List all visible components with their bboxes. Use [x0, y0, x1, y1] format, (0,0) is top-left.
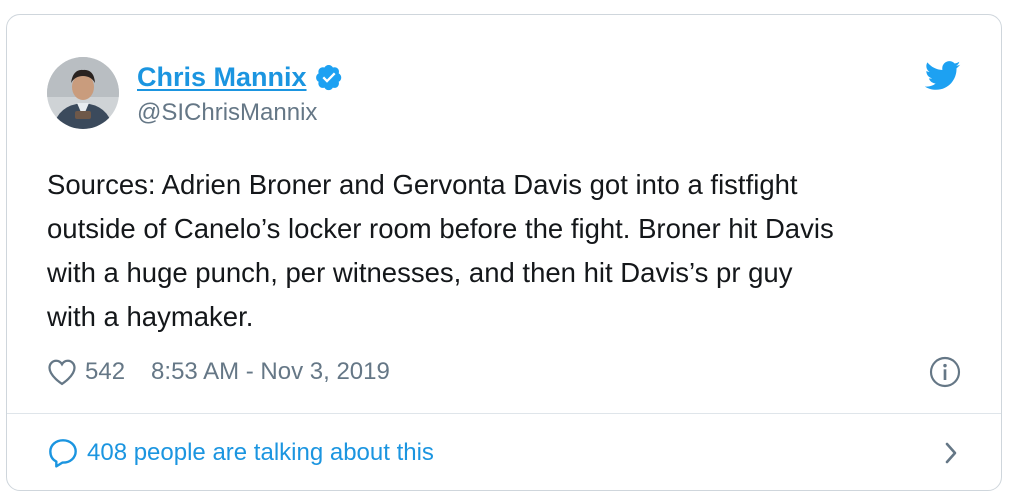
tweet-timestamp[interactable]: 8:53 AM - Nov 3, 2019	[151, 358, 390, 386]
divider	[7, 413, 1001, 414]
twitter-bird-icon[interactable]	[925, 61, 961, 91]
tweet-text-line: with a huge punch, per witnesses, and th…	[47, 257, 793, 288]
speech-bubble-icon	[49, 439, 77, 468]
info-icon[interactable]	[929, 356, 961, 388]
like-count[interactable]: 542	[85, 358, 125, 386]
tweet-card[interactable]: Chris Mannix @SIChrisMannix Sources: Adr…	[6, 14, 1002, 491]
author-handle[interactable]: @SIChrisMannix	[137, 99, 343, 127]
author-display-name[interactable]: Chris Mannix	[137, 62, 307, 93]
tweet-header: Chris Mannix @SIChrisMannix	[47, 57, 961, 131]
avatar[interactable]	[47, 57, 119, 129]
people-talking-text[interactable]: 408 people are talking about this	[87, 439, 434, 467]
conversation-link[interactable]: 408 people are talking about this	[47, 435, 961, 471]
tweet-meta: 542 8:53 AM - Nov 3, 2019	[47, 355, 961, 389]
tweet-text-line: Sources: Adrien Broner and Gervonta Davi…	[47, 169, 798, 200]
heart-icon[interactable]	[47, 358, 77, 386]
tweet-text-line: with a haymaker.	[47, 301, 254, 332]
author-names: Chris Mannix @SIChrisMannix	[137, 59, 343, 127]
tweet-text-line: outside of Canelo’s locker room before t…	[47, 213, 834, 244]
tweet-text: Sources: Adrien Broner and Gervonta Davi…	[47, 163, 973, 339]
verified-badge-icon	[315, 65, 341, 91]
chevron-right-icon[interactable]	[941, 439, 961, 467]
